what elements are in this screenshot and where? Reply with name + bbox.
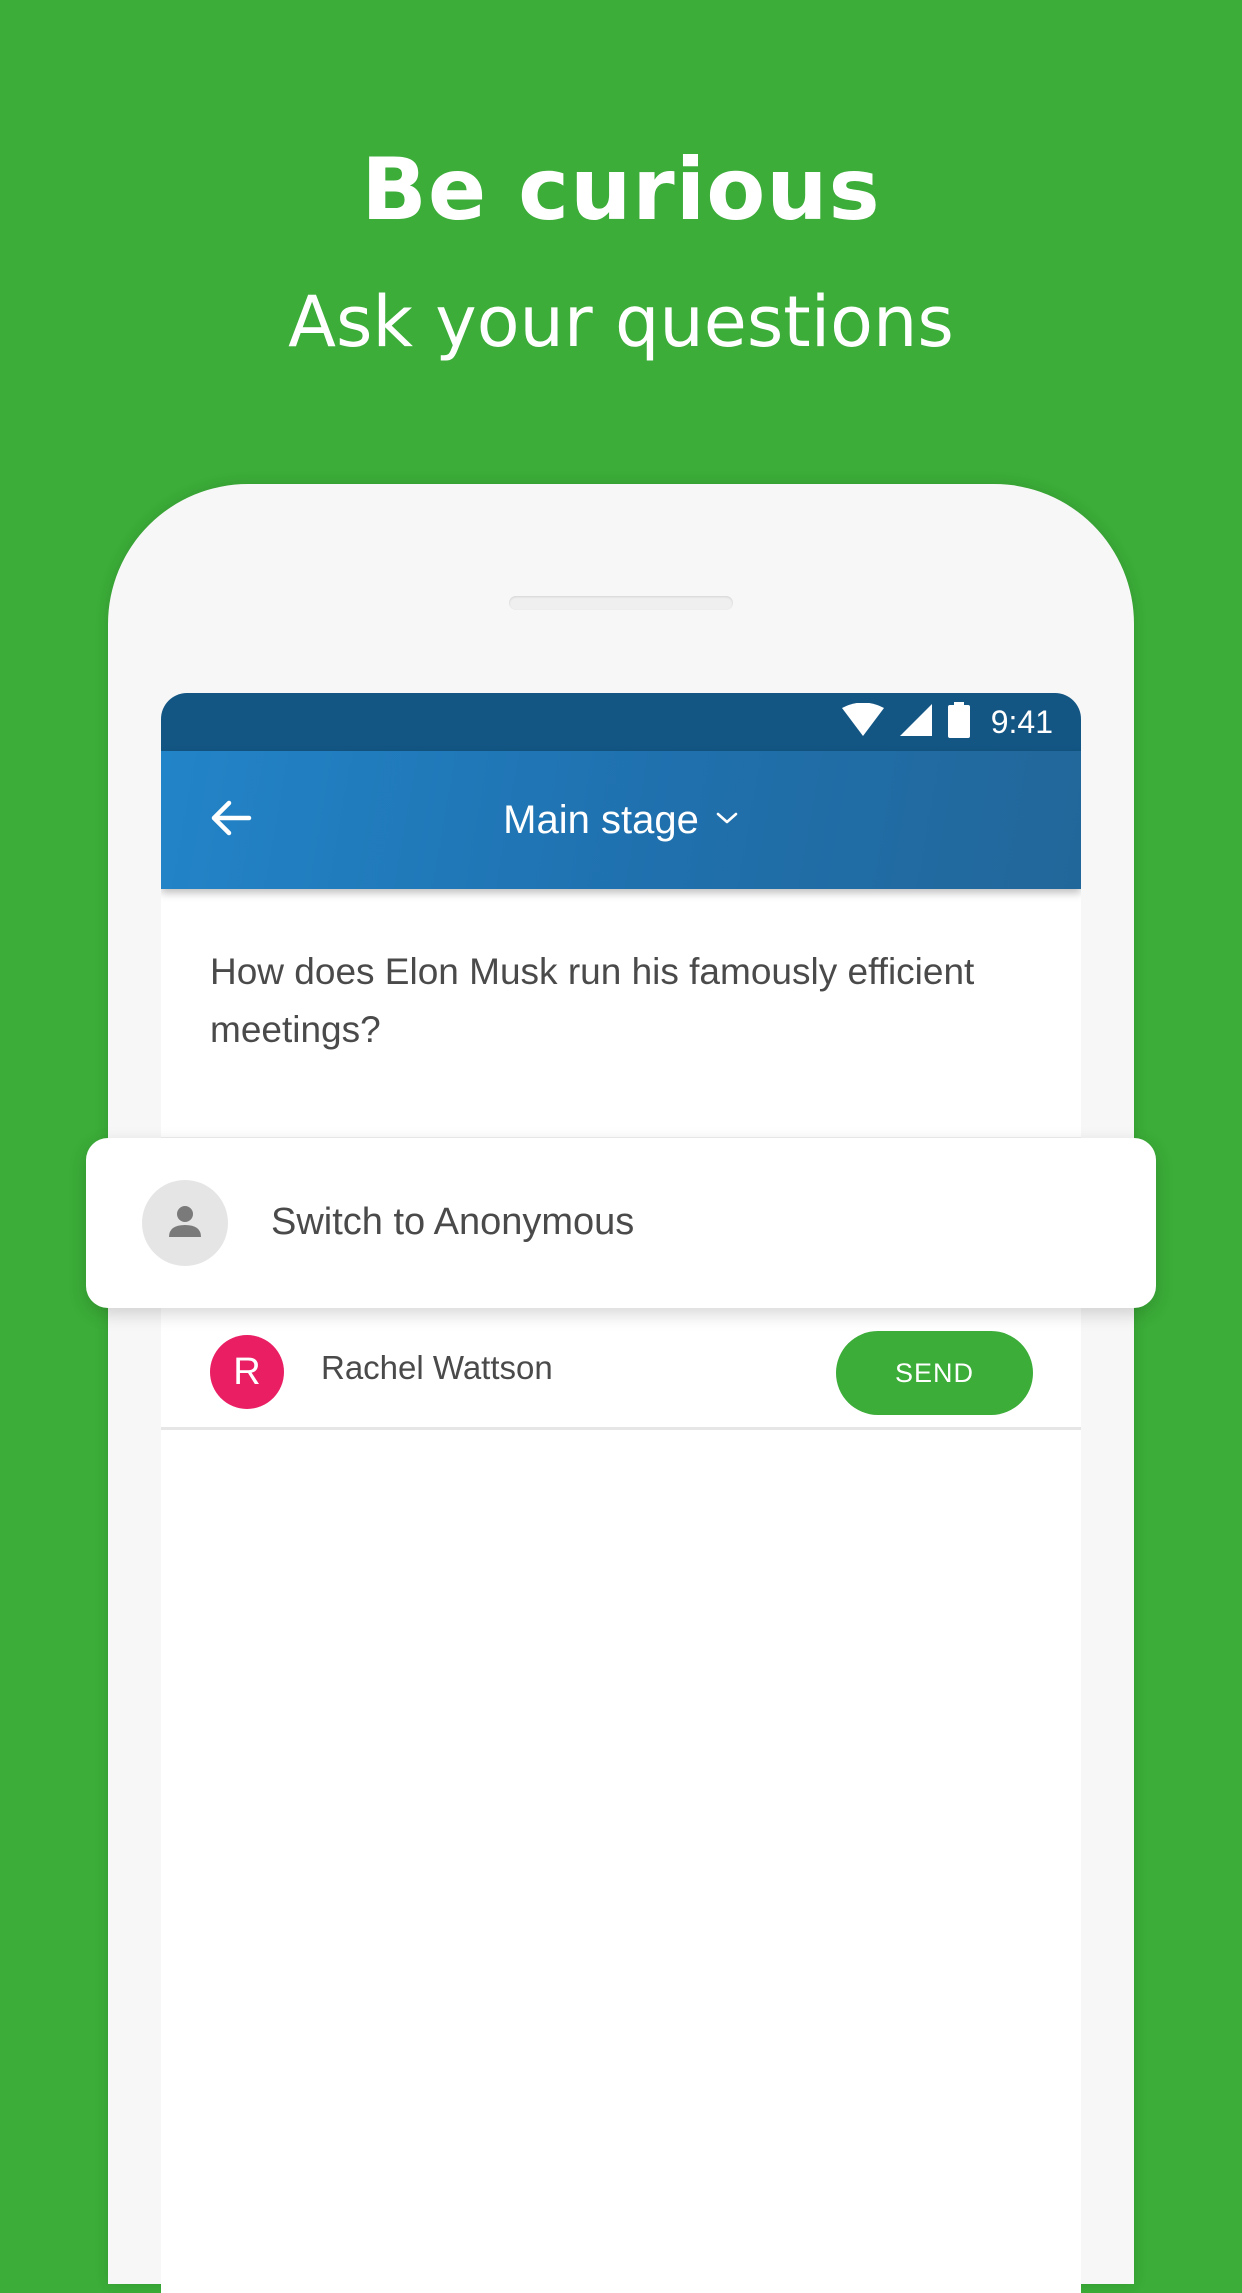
app-title: Main stage	[503, 797, 699, 842]
battery-icon	[947, 701, 971, 743]
wifi-icon	[841, 702, 885, 742]
send-button[interactable]: SEND	[836, 1331, 1033, 1415]
chevron-down-icon	[715, 810, 739, 831]
anonymous-label: Switch to Anonymous	[271, 1201, 635, 1243]
phone-screen: 9:41 Main stage How does Elon Musk run h…	[161, 693, 1081, 2293]
switch-to-anonymous-option[interactable]: Switch to Anonymous	[86, 1138, 1156, 1308]
divider	[161, 1427, 1081, 1430]
back-button[interactable]	[201, 790, 261, 850]
sender-row: R Rachel Wattson SEND	[161, 1313, 1081, 1431]
status-time: 9:41	[990, 703, 1053, 740]
cell-signal-icon	[899, 703, 933, 742]
promo-subheadline: Ask your questions	[288, 281, 954, 363]
back-arrow-icon	[209, 798, 253, 843]
promo-headline: Be curious	[361, 140, 881, 240]
stage-selector[interactable]: Main stage	[161, 751, 1081, 889]
anonymous-avatar	[142, 1180, 228, 1266]
avatar: R	[210, 1335, 284, 1409]
app-bar: Main stage	[161, 751, 1081, 889]
phone-frame: 9:41 Main stage How does Elon Musk run h…	[108, 484, 1134, 2293]
phone-speaker	[509, 596, 733, 610]
sender-name: Rachel Wattson	[321, 1349, 553, 1386]
person-icon	[165, 1201, 205, 1246]
question-text[interactable]: How does Elon Musk run his famously effi…	[210, 943, 1050, 1059]
status-bar: 9:41	[161, 693, 1081, 751]
status-icons: 9:41	[841, 693, 1053, 751]
